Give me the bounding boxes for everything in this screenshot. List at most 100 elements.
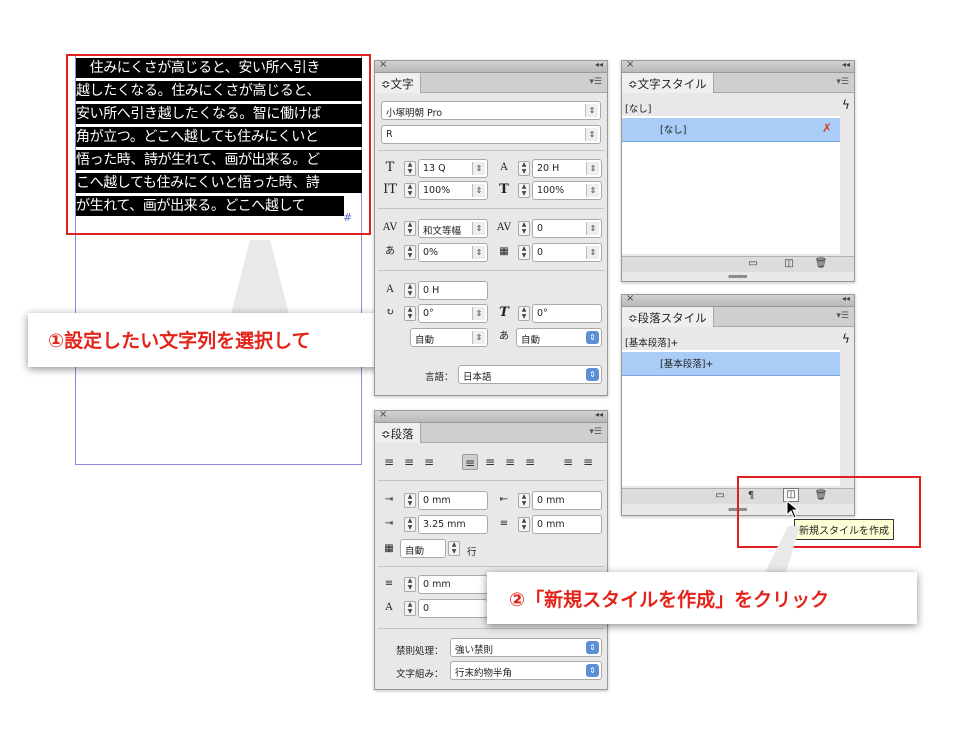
tracking-stepper[interactable]: ▲ ▼ — [518, 221, 530, 236]
dropcap-lines-field[interactable]: 0 — [418, 599, 488, 618]
font-style-field[interactable]: R ⇕ — [381, 125, 601, 144]
kerning-stepper[interactable]: ▲ ▼ — [404, 221, 416, 236]
space-before-stepper[interactable]: ▲ ▼ — [404, 577, 416, 592]
chevron-updown-icon[interactable]: ⇕ — [586, 664, 599, 677]
callout-step1: ①設定したい文字列を選択して — [28, 313, 398, 367]
tracking-field[interactable]: 0 ⇕ — [532, 219, 602, 238]
aki-before-field[interactable]: 自動 ⇕ — [410, 328, 488, 347]
language-dropdown[interactable]: 日本語 ⇕ — [458, 365, 602, 384]
chevron-updown-icon[interactable]: ⇕ — [586, 222, 599, 235]
vscale-stepper[interactable]: ▲ ▼ — [404, 183, 416, 198]
aki-after-field[interactable]: 自動 ⇕ — [516, 328, 602, 347]
baseline-shift-field[interactable]: 0 H — [418, 281, 488, 300]
close-icon[interactable]: × — [626, 59, 634, 70]
dropcap-icon: ▦ — [384, 543, 394, 554]
rotation-field[interactable]: 0° ⇕ — [418, 304, 488, 323]
folder-icon[interactable]: ▭ — [746, 258, 760, 270]
dropcap-lines-stepper[interactable]: ▲ ▼ — [404, 601, 416, 616]
panel-menu-icon[interactable]: ▾☰ — [589, 77, 602, 87]
close-icon[interactable]: × — [379, 59, 387, 70]
left-indent-field[interactable]: 0 mm — [418, 491, 488, 510]
panel-menu-icon[interactable]: ▾☰ — [836, 77, 849, 87]
trash-icon[interactable]: 🗑 — [814, 258, 828, 270]
justify-right-icon[interactable]: ≡ — [502, 454, 518, 470]
leading-field[interactable]: 20 H ⇕ — [532, 159, 602, 178]
chevron-updown-icon[interactable]: ⇕ — [586, 184, 599, 197]
dropcap-field[interactable]: 自動 — [400, 539, 446, 558]
callout-pointer — [230, 240, 290, 318]
hscale-stepper[interactable]: ▲ ▼ — [518, 183, 530, 198]
align-away-spine-icon[interactable]: ≡ — [580, 454, 596, 470]
para-style-row[interactable]: [基本段落]+ — [622, 352, 840, 376]
font-family-field[interactable]: 小塚明朝 Pro ⇕ — [381, 101, 601, 120]
mojikumi-dropdown[interactable]: 行末約物半角 ⇕ — [450, 661, 602, 680]
skew-field[interactable]: 0° — [532, 304, 602, 323]
chevron-updown-icon[interactable]: ⇕ — [472, 307, 485, 320]
collapse-icon[interactable]: ◂◂ — [595, 60, 603, 69]
chevron-updown-icon[interactable]: ⇕ — [586, 162, 599, 175]
first-line-indent-field[interactable]: 3.25 mm — [418, 515, 488, 534]
chevron-updown-icon[interactable]: ⇕ — [586, 246, 599, 259]
tab-paragraph[interactable]: ≎段落 — [375, 423, 421, 443]
chevron-updown-icon[interactable]: ⇕ — [472, 331, 485, 344]
size-stepper[interactable]: ▲ ▼ — [404, 161, 416, 176]
right-indent-stepper[interactable]: ▲ ▼ — [518, 493, 530, 508]
chevron-updown-icon[interactable]: ⇕ — [472, 184, 485, 197]
folder-icon[interactable]: ▭ — [713, 490, 727, 502]
chevron-updown-icon[interactable]: ⇕ — [472, 222, 485, 235]
divider — [378, 270, 604, 271]
tab-character[interactable]: ≎文字 — [375, 73, 421, 93]
rotation-stepper[interactable]: ▲ ▼ — [404, 306, 416, 321]
skew-stepper[interactable]: ▲ ▼ — [518, 306, 530, 321]
chevron-updown-icon[interactable]: ⇕ — [586, 331, 599, 344]
justify-left-icon[interactable]: ≡ — [462, 454, 478, 470]
align-center-icon[interactable]: ≡ — [401, 454, 417, 470]
new-style-icon[interactable]: ◫ — [782, 258, 796, 270]
chevron-updown-icon[interactable]: ⇕ — [586, 368, 599, 381]
baseline-stepper[interactable]: ▲ ▼ — [404, 283, 416, 298]
grid-stepper[interactable]: ▲ ▼ — [518, 245, 530, 260]
panel-menu-icon[interactable]: ▾☰ — [589, 427, 602, 437]
leading-stepper[interactable]: ▲ ▼ — [518, 161, 530, 176]
chevron-updown-icon[interactable]: ⇕ — [585, 128, 598, 141]
kinsoku-dropdown[interactable]: 強い禁則 ⇕ — [450, 638, 602, 657]
space-before-field[interactable]: 0 mm — [418, 575, 488, 594]
chevron-updown-icon[interactable]: ⇕ — [586, 641, 599, 654]
font-size-field[interactable]: 13 Q ⇕ — [418, 159, 488, 178]
panel-menu-icon[interactable]: ▾☰ — [836, 311, 849, 321]
justify-all-icon[interactable]: ≡ — [522, 454, 538, 470]
skew-icon: T — [499, 305, 509, 320]
justify-center-icon[interactable]: ≡ — [482, 454, 498, 470]
last-line-stepper[interactable]: ▲ ▼ — [518, 517, 530, 532]
close-icon[interactable]: × — [379, 409, 387, 420]
kerning-field[interactable]: 和文等幅 ⇕ — [418, 219, 488, 238]
last-line-indent-field[interactable]: 0 mm — [532, 515, 602, 534]
tab-character-styles[interactable]: ≎文字スタイル — [622, 73, 714, 93]
chevron-updown-icon[interactable]: ⇕ — [585, 104, 598, 117]
chevron-updown-icon[interactable]: ⇕ — [472, 246, 485, 259]
dropcap-stepper[interactable]: ▲ ▼ — [448, 541, 460, 556]
align-toward-spine-icon[interactable]: ≡ — [560, 454, 576, 470]
collapse-icon[interactable]: ◂◂ — [842, 60, 850, 69]
collapse-icon[interactable]: ◂◂ — [842, 294, 850, 303]
lightning-icon[interactable]: ϟ — [842, 98, 850, 112]
last-line-indent-value: 0 mm — [537, 519, 565, 530]
chevron-updown-icon[interactable]: ⇕ — [472, 162, 485, 175]
resize-grip[interactable]: ▪▪▪▪▪▪ — [728, 273, 747, 280]
align-right-icon[interactable]: ≡ — [421, 454, 437, 470]
tsume-stepper[interactable]: ▲ ▼ — [404, 245, 416, 260]
char-style-row[interactable]: [なし] — [622, 118, 840, 142]
horizontal-scale-field[interactable]: 100% ⇕ — [532, 181, 602, 200]
tab-paragraph-styles[interactable]: ≎段落スタイル — [622, 307, 714, 327]
vertical-scale-field[interactable]: 100% ⇕ — [418, 181, 488, 200]
grid-spacing-field[interactable]: 0 ⇕ — [532, 243, 602, 262]
font-size-icon: T — [385, 160, 395, 175]
close-icon[interactable]: × — [626, 293, 634, 304]
lightning-icon[interactable]: ϟ — [842, 332, 850, 346]
right-indent-field[interactable]: 0 mm — [532, 491, 602, 510]
collapse-icon[interactable]: ◂◂ — [595, 410, 603, 419]
first-line-stepper[interactable]: ▲ ▼ — [404, 517, 416, 532]
align-left-icon[interactable]: ≡ — [381, 454, 397, 470]
tsume-field[interactable]: 0% ⇕ — [418, 243, 488, 262]
left-indent-stepper[interactable]: ▲ ▼ — [404, 493, 416, 508]
